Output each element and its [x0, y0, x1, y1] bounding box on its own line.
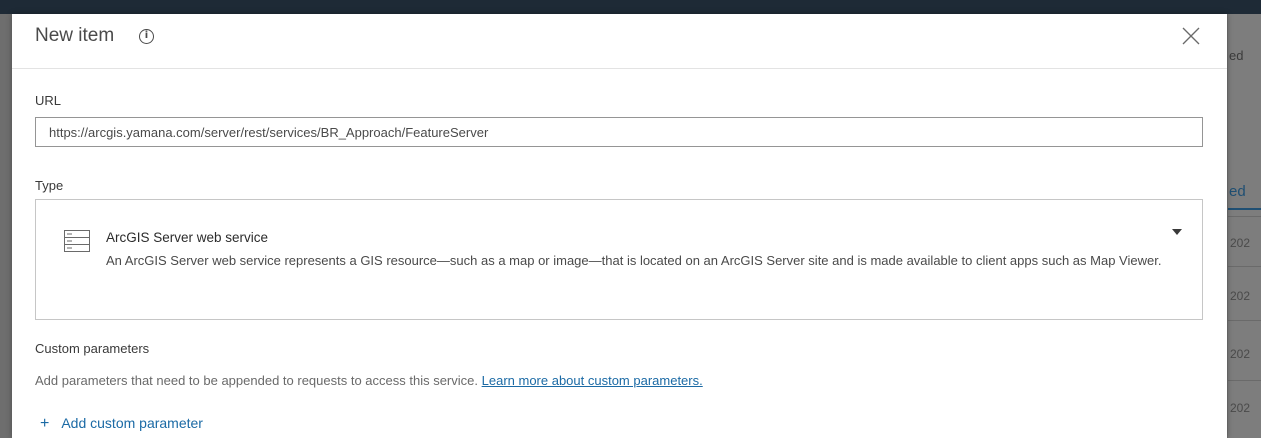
- service-type-title: ArcGIS Server web service: [106, 230, 269, 245]
- custom-parameters-label: Custom parameters: [35, 341, 150, 356]
- background-tab-fragment: ed: [1229, 183, 1246, 200]
- close-button[interactable]: [1179, 24, 1203, 48]
- type-label: Type: [35, 178, 64, 193]
- url-input[interactable]: [35, 117, 1203, 147]
- background-year-fragment: 202: [1230, 347, 1251, 361]
- background-year-fragment: 202: [1230, 236, 1251, 250]
- dialog-title: New item: [35, 25, 115, 46]
- background-year-fragment: 202: [1230, 401, 1251, 415]
- plus-icon: +: [40, 415, 50, 432]
- close-icon: [1182, 27, 1200, 45]
- add-custom-parameter-button[interactable]: + Add custom parameter: [40, 415, 203, 433]
- background-row-divider: [1228, 266, 1261, 267]
- learn-more-link[interactable]: Learn more about custom parameters.: [482, 373, 703, 388]
- background-text-fragment: ed: [1229, 48, 1244, 63]
- background-row-divider: [1228, 320, 1261, 321]
- dialog-header: New item i: [12, 14, 1227, 69]
- info-icon[interactable]: i: [139, 29, 154, 44]
- background-tab-underline: [1228, 208, 1261, 210]
- background-row-divider: [1228, 216, 1261, 217]
- custom-parameters-description: Add parameters that need to be appended …: [35, 373, 703, 388]
- chevron-down-icon: [1172, 229, 1182, 235]
- background-year-fragment: 202: [1230, 289, 1251, 303]
- background-right-panel: [1228, 14, 1261, 438]
- new-item-dialog: New item i URL Type ArcGIS Server web se…: [12, 14, 1227, 438]
- background-row-divider: [1228, 380, 1261, 381]
- url-label: URL: [35, 93, 62, 108]
- type-dropdown[interactable]: ArcGIS Server web service An ArcGIS Serv…: [35, 199, 1203, 320]
- background-top-bar: [0, 0, 1261, 14]
- service-type-description: An ArcGIS Server web service represents …: [106, 253, 1162, 268]
- server-icon: [64, 230, 90, 252]
- add-custom-parameter-label: Add custom parameter: [61, 415, 203, 431]
- custom-parameters-help-text: Add parameters that need to be appended …: [35, 373, 478, 388]
- background-left-strip: [0, 14, 12, 438]
